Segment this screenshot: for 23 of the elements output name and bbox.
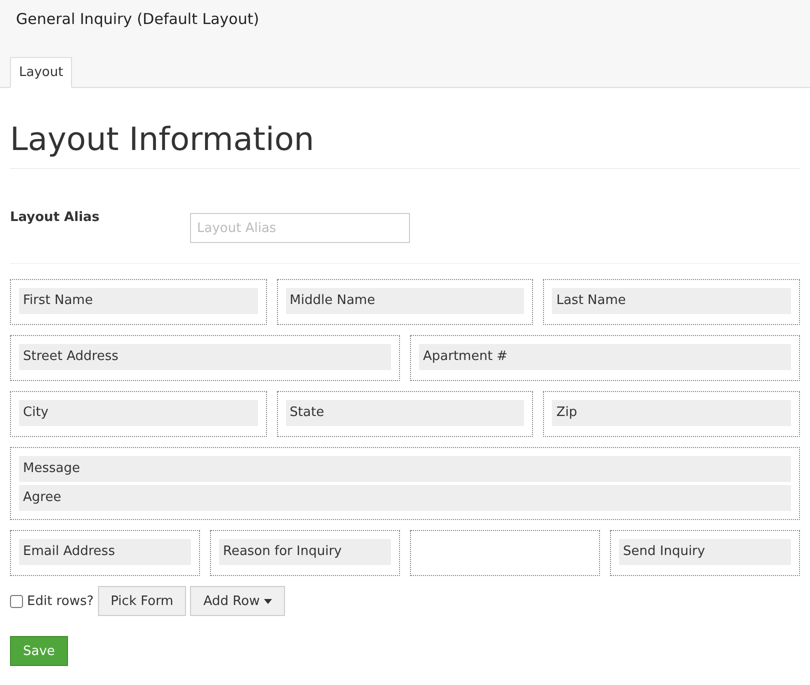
form-field-chip[interactable]: First Name xyxy=(19,288,258,314)
form-field-chip[interactable]: Send Inquiry xyxy=(619,539,791,565)
form-field-chip[interactable]: Agree xyxy=(19,485,791,511)
edit-rows-checkbox[interactable] xyxy=(10,594,23,608)
form-field-chip[interactable]: Apartment # xyxy=(419,344,791,370)
field-label: Layout Alias xyxy=(10,210,101,225)
form-field-chip[interactable]: Middle Name xyxy=(286,288,524,314)
tab[interactable]: Layout xyxy=(10,57,72,88)
form-field-chip[interactable]: Reason for Inquiry xyxy=(219,539,391,565)
pick-form-button[interactable]: Pick Form xyxy=(98,586,186,616)
form-field-chip[interactable]: Message xyxy=(19,456,791,482)
form-field-chip[interactable]: City xyxy=(19,400,258,426)
add-row-dropdown-button[interactable]: Add Row xyxy=(190,586,285,616)
form-field-chip[interactable]: Zip xyxy=(552,400,792,426)
form-field-chip[interactable]: Last Name xyxy=(552,288,792,314)
checkbox-label: Edit rows? xyxy=(27,594,94,608)
form-field-chip[interactable]: State xyxy=(286,400,524,426)
form-field-chip[interactable]: Street Address xyxy=(19,344,391,370)
caret-icon xyxy=(264,598,272,604)
window-title: General Inquiry (Default Layout) xyxy=(15,9,260,28)
form-field-chip[interactable]: Email Address xyxy=(19,539,191,565)
alias-field[interactable]: Layout Alias xyxy=(190,213,410,243)
page-heading: Layout Information xyxy=(10,88,800,169)
